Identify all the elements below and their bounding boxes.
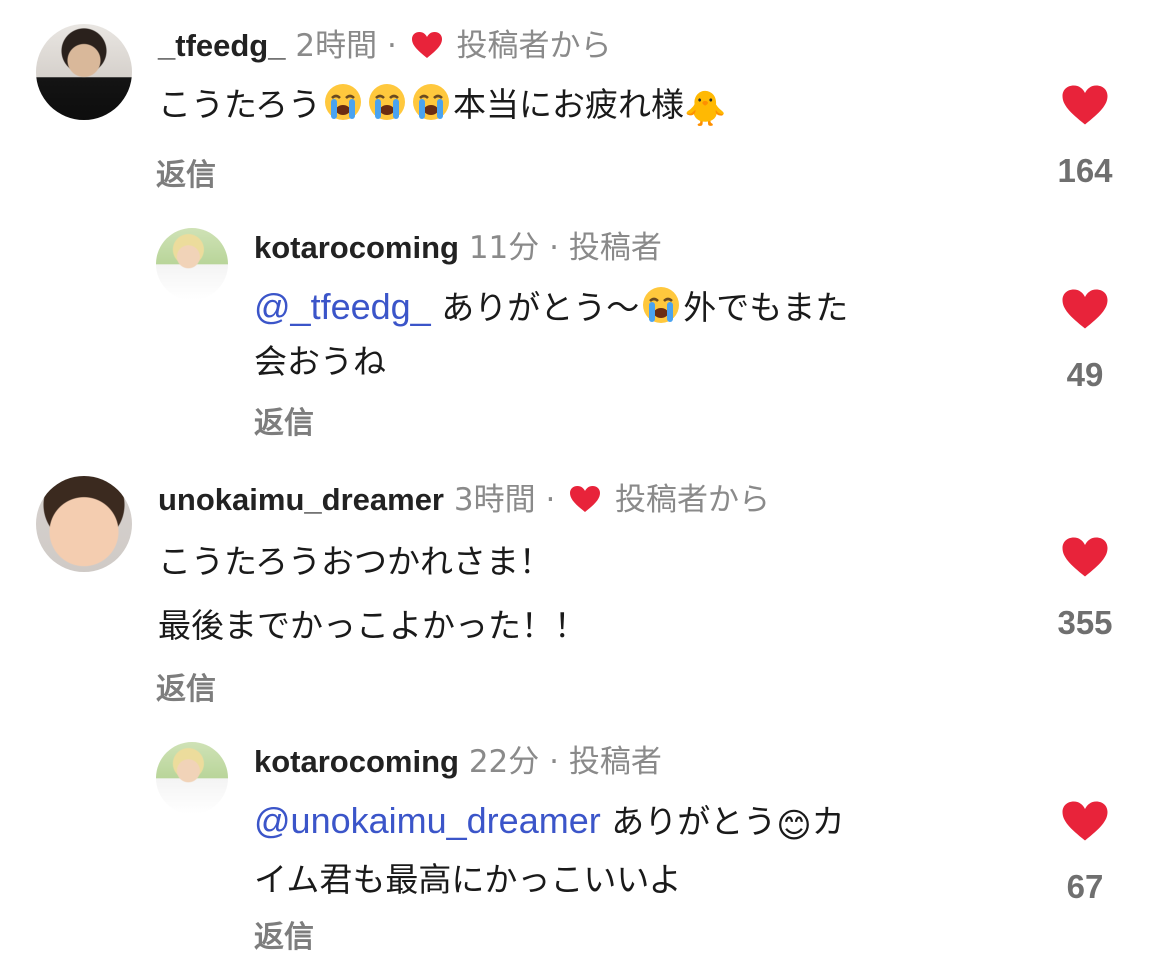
heart-icon bbox=[1062, 289, 1108, 329]
creator-liked-badge: 投稿者から bbox=[456, 28, 612, 64]
comment-text-part: ありがとう〜 bbox=[441, 288, 640, 327]
mention-link[interactable]: @unokaimu_dreamer bbox=[254, 800, 601, 841]
avatar[interactable] bbox=[36, 476, 132, 572]
heart-icon bbox=[1062, 537, 1108, 577]
comment-header: _tfeedg_ 2時間 · 投稿者から bbox=[158, 26, 612, 66]
reply-button[interactable]: 返信 bbox=[156, 150, 216, 194]
author-tag: 投稿者 bbox=[568, 744, 662, 780]
like-count: 355 bbox=[1057, 604, 1113, 641]
creator-heart-icon bbox=[570, 486, 601, 512]
creator-liked-badge: 投稿者から bbox=[615, 482, 771, 518]
comment-header: kotarocoming 22分 · 投稿者 bbox=[254, 742, 662, 782]
smiling-face-icon: 😊 bbox=[776, 806, 812, 846]
separator: · bbox=[386, 28, 397, 64]
comment-text-part: 最後までかっこよかった！！ bbox=[158, 606, 587, 645]
reply-button[interactable]: 返信 bbox=[156, 664, 216, 708]
heart-icon bbox=[1062, 801, 1108, 841]
comment-text: こうたろう 本当にお疲れ様🐥 bbox=[158, 78, 726, 136]
separator: · bbox=[549, 230, 559, 266]
crying-face-icon bbox=[369, 84, 406, 120]
like-button[interactable]: 164 bbox=[1035, 84, 1135, 190]
chick-icon: 🐥 bbox=[684, 89, 727, 129]
comment-text: @unokaimu_dreamer ありがとう😊カ イム君も最高にかっこいいよ bbox=[254, 794, 845, 907]
comment-text-part: イム君も最高にかっこいいよ bbox=[254, 860, 682, 899]
creator-heart-icon bbox=[411, 32, 442, 58]
like-count: 49 bbox=[1066, 356, 1104, 393]
username[interactable]: kotarocoming bbox=[254, 230, 459, 265]
crying-face-icon bbox=[643, 287, 680, 323]
avatar[interactable] bbox=[156, 228, 228, 300]
like-button[interactable]: 49 bbox=[1035, 288, 1135, 394]
comment-header: unokaimu_dreamer 3時間 · 投稿者から bbox=[158, 480, 770, 520]
mention-link[interactable]: @_tfeedg_ bbox=[254, 286, 431, 327]
timestamp: 3時間 bbox=[453, 482, 536, 518]
comment-text-part: こうたろうおつかれさま！ bbox=[158, 542, 553, 581]
username[interactable]: _tfeedg_ bbox=[158, 28, 285, 63]
username[interactable]: kotarocoming bbox=[254, 744, 459, 779]
comment-text-part: 本当にお疲れ様 bbox=[453, 85, 685, 124]
crying-face-icon bbox=[325, 84, 362, 120]
comment-text-part: ありがとう bbox=[611, 802, 777, 841]
reply-button[interactable]: 返信 bbox=[254, 398, 314, 442]
separator: · bbox=[545, 482, 556, 518]
avatar[interactable] bbox=[36, 24, 132, 120]
crying-face-icon bbox=[413, 84, 450, 120]
comment-text: こうたろうおつかれさま！ 最後までかっこよかった！！ bbox=[158, 530, 587, 658]
like-button[interactable]: 355 bbox=[1035, 536, 1135, 642]
comment-text-part: こうたろう bbox=[158, 85, 322, 124]
comment-text-part: 外でもまた bbox=[683, 288, 849, 327]
comment-text-part: カ bbox=[811, 802, 845, 841]
like-button[interactable]: 67 bbox=[1035, 800, 1135, 906]
separator: · bbox=[549, 744, 559, 780]
comment-header: kotarocoming 11分 · 投稿者 bbox=[254, 228, 662, 268]
comment-text: @_tfeedg_ ありがとう〜 外でもまた 会おうね bbox=[254, 280, 848, 389]
comment-text-part: 会おうね bbox=[254, 342, 386, 381]
author-tag: 投稿者 bbox=[568, 230, 662, 266]
timestamp: 22分 bbox=[468, 744, 540, 780]
timestamp: 2時間 bbox=[295, 28, 378, 64]
reply-button[interactable]: 返信 bbox=[254, 912, 314, 956]
heart-icon bbox=[1062, 85, 1108, 125]
username[interactable]: unokaimu_dreamer bbox=[158, 482, 444, 517]
like-count: 164 bbox=[1057, 152, 1113, 189]
timestamp: 11分 bbox=[468, 230, 540, 266]
avatar[interactable] bbox=[156, 742, 228, 814]
like-count: 67 bbox=[1066, 868, 1104, 905]
